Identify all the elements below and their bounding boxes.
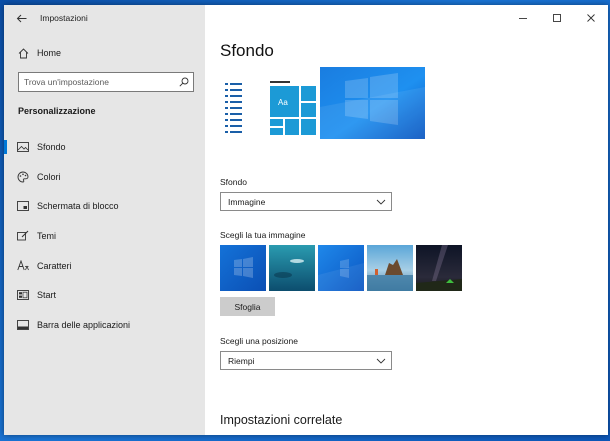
title-bar: Impostazioni xyxy=(4,5,205,31)
brush-icon xyxy=(17,230,29,242)
maximize-button[interactable] xyxy=(540,5,574,31)
sidebar-item-label: Schermata di blocco xyxy=(37,201,119,212)
wallpaper-thumbnail[interactable] xyxy=(220,245,266,291)
sidebar-item-temi[interactable]: Temi xyxy=(4,221,205,251)
window-controls xyxy=(506,5,608,31)
sidebar-item-barra-delle-applicazioni[interactable]: Barra delle applicazioni xyxy=(4,310,205,340)
lock-screen-icon xyxy=(17,200,29,212)
chevron-down-icon xyxy=(373,194,389,210)
related-settings-heading: Impostazioni correlate xyxy=(220,413,343,427)
sidebar-item-schermata-di-blocco[interactable]: Schermata di blocco xyxy=(4,191,205,221)
search-box[interactable] xyxy=(18,72,194,92)
home-icon xyxy=(17,47,29,59)
page-title: Sfondo xyxy=(220,41,274,60)
search-input[interactable] xyxy=(19,74,164,90)
back-arrow-icon xyxy=(16,14,26,22)
sidebar-item-label: Start xyxy=(37,290,57,301)
start-icon xyxy=(17,289,29,301)
search-icon[interactable] xyxy=(175,73,193,91)
wallpaper-thumbnail[interactable] xyxy=(318,245,364,291)
image-thumbnails xyxy=(220,245,462,291)
background-type-label: Sfondo xyxy=(220,177,247,187)
main-content: Sfondo Aa Sfondo Immagine Scegli la tua … xyxy=(205,5,608,435)
background-type-select[interactable]: Immagine xyxy=(220,192,392,211)
sidebar-item-label: Sfondo xyxy=(37,141,66,152)
chevron-down-icon xyxy=(373,353,389,369)
sidebar: Impostazioni Home Personalizzazione xyxy=(4,5,205,435)
sidebar-item-label: Caratteri xyxy=(37,260,72,271)
picture-icon xyxy=(17,141,29,153)
sidebar-item-sfondo[interactable]: Sfondo xyxy=(4,132,205,162)
close-icon xyxy=(587,14,595,22)
back-button[interactable] xyxy=(8,5,34,31)
close-button[interactable] xyxy=(574,5,608,31)
section-header: Personalizzazione xyxy=(18,106,96,116)
preview-sample-text: Aa xyxy=(278,98,288,107)
sidebar-item-label: Barra delle applicazioni xyxy=(37,319,131,330)
position-label: Scegli una posizione xyxy=(220,336,298,346)
position-select[interactable]: Riempi xyxy=(220,351,392,370)
position-value: Riempi xyxy=(228,355,255,366)
nav-list: Sfondo Colori Schermata di blocco Temi C… xyxy=(4,132,205,340)
background-preview: Aa xyxy=(220,67,425,139)
taskbar-icon xyxy=(17,319,29,331)
choose-image-label: Scegli la tua immagine xyxy=(220,230,306,240)
sidebar-item-start[interactable]: Start xyxy=(4,280,205,310)
minimize-button[interactable] xyxy=(506,5,540,31)
font-icon xyxy=(17,260,29,272)
wallpaper-thumbnail[interactable] xyxy=(416,245,462,291)
minimize-icon xyxy=(519,18,527,19)
maximize-icon xyxy=(553,14,561,22)
palette-icon xyxy=(17,171,29,183)
app-title: Impostazioni xyxy=(40,13,88,23)
browse-button[interactable]: Sfoglia xyxy=(220,297,275,316)
wallpaper-thumbnail[interactable] xyxy=(269,245,315,291)
wallpaper-thumbnail[interactable] xyxy=(367,245,413,291)
sidebar-item-colori[interactable]: Colori xyxy=(4,162,205,192)
sidebar-item-caratteri[interactable]: Caratteri xyxy=(4,251,205,281)
sidebar-item-home[interactable]: Home xyxy=(4,41,205,65)
home-label: Home xyxy=(37,48,62,58)
settings-window: Impostazioni Home Personalizzazione xyxy=(4,5,608,435)
sidebar-item-label: Colori xyxy=(37,171,61,182)
background-type-value: Immagine xyxy=(228,196,266,207)
sidebar-item-label: Temi xyxy=(37,230,57,241)
